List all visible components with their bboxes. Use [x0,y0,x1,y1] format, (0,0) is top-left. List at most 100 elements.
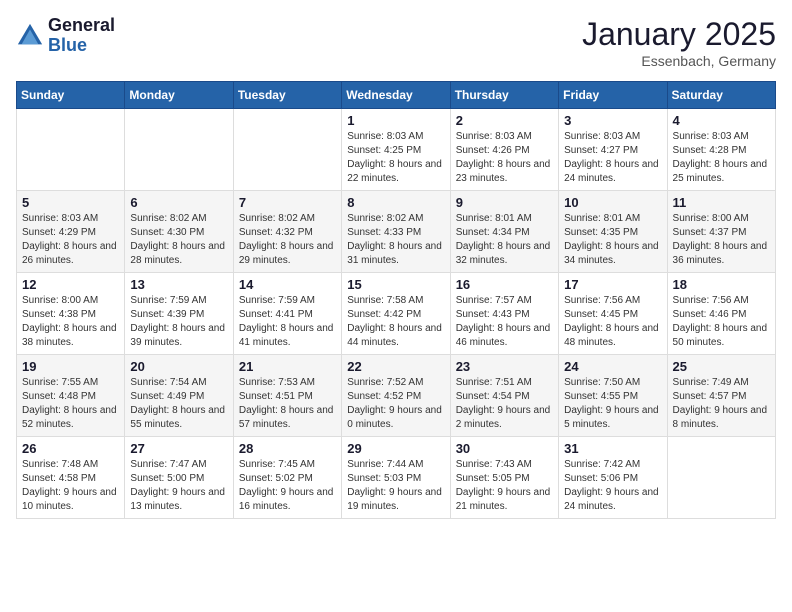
day-number: 22 [347,359,444,374]
calendar-cell: 2 Sunrise: 8:03 AMSunset: 4:26 PMDaylight… [450,109,558,191]
day-number: 20 [130,359,227,374]
calendar-cell [667,437,775,519]
calendar-cell: 3 Sunrise: 8:03 AMSunset: 4:27 PMDaylight… [559,109,667,191]
page-header: General Blue January 2025 Essenbach, Ger… [16,16,776,69]
calendar-cell: 16 Sunrise: 7:57 AMSunset: 4:43 PMDayligh… [450,273,558,355]
day-number: 18 [673,277,770,292]
logo-text: General Blue [48,16,115,56]
calendar-cell: 23 Sunrise: 7:51 AMSunset: 4:54 PMDayligh… [450,355,558,437]
calendar-cell: 10 Sunrise: 8:01 AMSunset: 4:35 PMDayligh… [559,191,667,273]
day-info: Sunrise: 8:01 AMSunset: 4:35 PMDaylight:… [564,212,661,268]
day-number: 3 [564,113,661,128]
calendar-cell: 29 Sunrise: 7:44 AMSunset: 5:03 PMDayligh… [342,437,450,519]
calendar-cell: 24 Sunrise: 7:50 AMSunset: 4:55 PMDayligh… [559,355,667,437]
day-number: 24 [564,359,661,374]
calendar-cell: 21 Sunrise: 7:53 AMSunset: 4:51 PMDayligh… [233,355,341,437]
title-block: January 2025 Essenbach, Germany [582,16,776,69]
day-info: Sunrise: 7:43 AMSunset: 5:05 PMDaylight:… [456,458,553,514]
month-title: January 2025 [582,16,776,53]
day-number: 9 [456,195,553,210]
day-info: Sunrise: 7:52 AMSunset: 4:52 PMDaylight:… [347,376,444,432]
logo-blue: Blue [48,36,115,56]
day-number: 21 [239,359,336,374]
calendar-cell: 4 Sunrise: 8:03 AMSunset: 4:28 PMDaylight… [667,109,775,191]
day-number: 10 [564,195,661,210]
logo-general: General [48,16,115,36]
day-info: Sunrise: 8:03 AMSunset: 4:26 PMDaylight:… [456,130,553,186]
day-info: Sunrise: 8:02 AMSunset: 4:30 PMDaylight:… [130,212,227,268]
calendar-cell: 28 Sunrise: 7:45 AMSunset: 5:02 PMDayligh… [233,437,341,519]
day-number: 15 [347,277,444,292]
logo: General Blue [16,16,115,56]
calendar-cell: 22 Sunrise: 7:52 AMSunset: 4:52 PMDayligh… [342,355,450,437]
day-info: Sunrise: 7:45 AMSunset: 5:02 PMDaylight:… [239,458,336,514]
day-info: Sunrise: 7:56 AMSunset: 4:46 PMDaylight:… [673,294,770,350]
day-info: Sunrise: 8:01 AMSunset: 4:34 PMDaylight:… [456,212,553,268]
day-number: 29 [347,441,444,456]
day-info: Sunrise: 7:42 AMSunset: 5:06 PMDaylight:… [564,458,661,514]
day-number: 12 [22,277,119,292]
day-header-sunday: Sunday [17,82,125,109]
calendar-cell: 31 Sunrise: 7:42 AMSunset: 5:06 PMDayligh… [559,437,667,519]
calendar-cell: 1 Sunrise: 8:03 AMSunset: 4:25 PMDaylight… [342,109,450,191]
day-info: Sunrise: 7:58 AMSunset: 4:42 PMDaylight:… [347,294,444,350]
day-header-tuesday: Tuesday [233,82,341,109]
day-info: Sunrise: 7:55 AMSunset: 4:48 PMDaylight:… [22,376,119,432]
calendar-week-row: 26Sunrise: 7:48 AMSunset: 4:58 PMDayligh… [17,437,776,519]
calendar-week-row: 1 Sunrise: 8:03 AMSunset: 4:25 PMDaylight… [17,109,776,191]
calendar-cell: 6 Sunrise: 8:02 AMSunset: 4:30 PMDaylight… [125,191,233,273]
day-info: Sunrise: 8:03 AMSunset: 4:25 PMDaylight:… [347,130,444,186]
calendar-cell [125,109,233,191]
calendar-header-row: SundayMondayTuesdayWednesdayThursdayFrid… [17,82,776,109]
day-header-wednesday: Wednesday [342,82,450,109]
day-number: 27 [130,441,227,456]
calendar-cell: 14 Sunrise: 7:59 AMSunset: 4:41 PMDayligh… [233,273,341,355]
day-number: 4 [673,113,770,128]
day-number: 28 [239,441,336,456]
day-number: 6 [130,195,227,210]
calendar-cell: 27 Sunrise: 7:47 AMSunset: 5:00 PMDayligh… [125,437,233,519]
day-number: 16 [456,277,553,292]
calendar-cell: 12 Sunrise: 8:00 AMSunset: 4:38 PMDayligh… [17,273,125,355]
day-info: Sunrise: 7:51 AMSunset: 4:54 PMDaylight:… [456,376,553,432]
calendar-cell: 25Sunrise: 7:49 AMSunset: 4:57 PMDayligh… [667,355,775,437]
calendar-cell: 9 Sunrise: 8:01 AMSunset: 4:34 PMDaylight… [450,191,558,273]
day-info: Sunrise: 7:59 AMSunset: 4:41 PMDaylight:… [239,294,336,350]
day-number: 19 [22,359,119,374]
calendar-cell [17,109,125,191]
day-info: Sunrise: 7:44 AMSunset: 5:03 PMDaylight:… [347,458,444,514]
calendar-cell: 15 Sunrise: 7:58 AMSunset: 4:42 PMDayligh… [342,273,450,355]
day-info: Sunrise: 7:50 AMSunset: 4:55 PMDaylight:… [564,376,661,432]
day-number: 25 [673,359,770,374]
day-number: 17 [564,277,661,292]
day-info: Sunrise: 7:56 AMSunset: 4:45 PMDaylight:… [564,294,661,350]
day-number: 2 [456,113,553,128]
day-info: Sunrise: 7:57 AMSunset: 4:43 PMDaylight:… [456,294,553,350]
day-number: 31 [564,441,661,456]
calendar-week-row: 19 Sunrise: 7:55 AMSunset: 4:48 PMDayligh… [17,355,776,437]
day-number: 8 [347,195,444,210]
calendar-cell: 7Sunrise: 8:02 AMSunset: 4:32 PMDaylight… [233,191,341,273]
day-number: 1 [347,113,444,128]
calendar-cell: 13Sunrise: 7:59 AMSunset: 4:39 PMDayligh… [125,273,233,355]
day-number: 14 [239,277,336,292]
day-info: Sunrise: 7:53 AMSunset: 4:51 PMDaylight:… [239,376,336,432]
day-info: Sunrise: 8:03 AMSunset: 4:27 PMDaylight:… [564,130,661,186]
day-number: 23 [456,359,553,374]
calendar-table: SundayMondayTuesdayWednesdayThursdayFrid… [16,81,776,519]
day-info: Sunrise: 8:02 AMSunset: 4:32 PMDaylight:… [239,212,336,268]
calendar-cell [233,109,341,191]
day-info: Sunrise: 8:03 AMSunset: 4:28 PMDaylight:… [673,130,770,186]
day-info: Sunrise: 7:47 AMSunset: 5:00 PMDaylight:… [130,458,227,514]
day-info: Sunrise: 8:00 AMSunset: 4:38 PMDaylight:… [22,294,119,350]
calendar-cell: 8 Sunrise: 8:02 AMSunset: 4:33 PMDaylight… [342,191,450,273]
day-info: Sunrise: 8:00 AMSunset: 4:37 PMDaylight:… [673,212,770,268]
day-info: Sunrise: 7:59 AMSunset: 4:39 PMDaylight:… [130,294,227,350]
day-header-friday: Friday [559,82,667,109]
day-info: Sunrise: 8:02 AMSunset: 4:33 PMDaylight:… [347,212,444,268]
calendar-cell: 5Sunrise: 8:03 AMSunset: 4:29 PMDaylight… [17,191,125,273]
calendar-cell: 19 Sunrise: 7:55 AMSunset: 4:48 PMDayligh… [17,355,125,437]
day-header-saturday: Saturday [667,82,775,109]
day-number: 30 [456,441,553,456]
calendar-week-row: 5Sunrise: 8:03 AMSunset: 4:29 PMDaylight… [17,191,776,273]
